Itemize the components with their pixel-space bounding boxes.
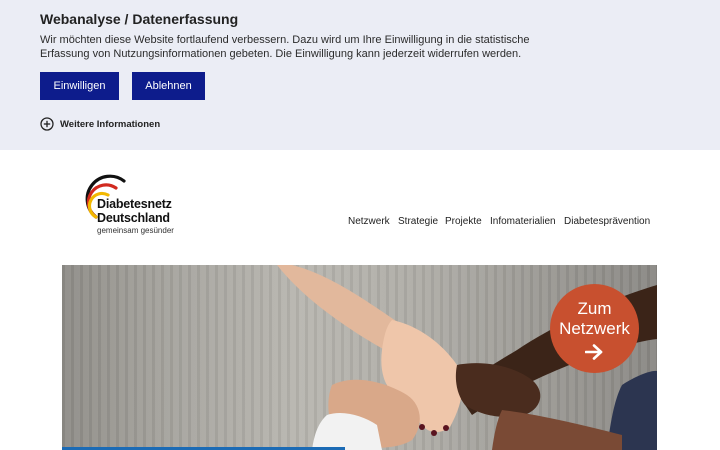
logo-title-line2: Deutschland	[97, 211, 170, 225]
nav-item-strategie[interactable]: Strategie	[398, 216, 438, 230]
cta-label-line1: Zum	[577, 299, 612, 318]
plus-circle-icon	[40, 117, 54, 131]
nav-item-infomaterialien[interactable]: Infomaterialien	[490, 216, 556, 230]
more-info-link[interactable]: Weitere Informationen	[40, 117, 160, 131]
nav-item-diabetespraevention[interactable]: Diabetesprävention	[564, 216, 650, 230]
logo-tagline: gemeinsam gesünder	[97, 226, 174, 235]
logo-title-line1: Diabetesnetz	[97, 197, 172, 211]
more-info-label: Weitere Informationen	[60, 118, 161, 130]
arrow-right-icon	[585, 344, 603, 360]
nav-item-netzwerk[interactable]: Netzwerk	[348, 216, 390, 230]
cta-label-line2: Netzwerk	[559, 319, 630, 338]
decline-button[interactable]: Ablehnen	[132, 72, 205, 100]
nav-item-projekte[interactable]: Projekte	[445, 216, 482, 230]
site-logo[interactable]: Diabetesnetz Deutschland gemeinsam gesün…	[72, 172, 182, 238]
consent-banner: Webanalyse / Datenerfassung Wir möchten …	[0, 0, 720, 150]
accept-button[interactable]: Einwilligen	[40, 72, 119, 100]
consent-text: Wir möchten diese Website fortlaufend ve…	[40, 34, 530, 60]
consent-title: Webanalyse / Datenerfassung	[40, 11, 239, 27]
zum-netzwerk-button[interactable]: Zum Netzwerk	[550, 284, 639, 373]
